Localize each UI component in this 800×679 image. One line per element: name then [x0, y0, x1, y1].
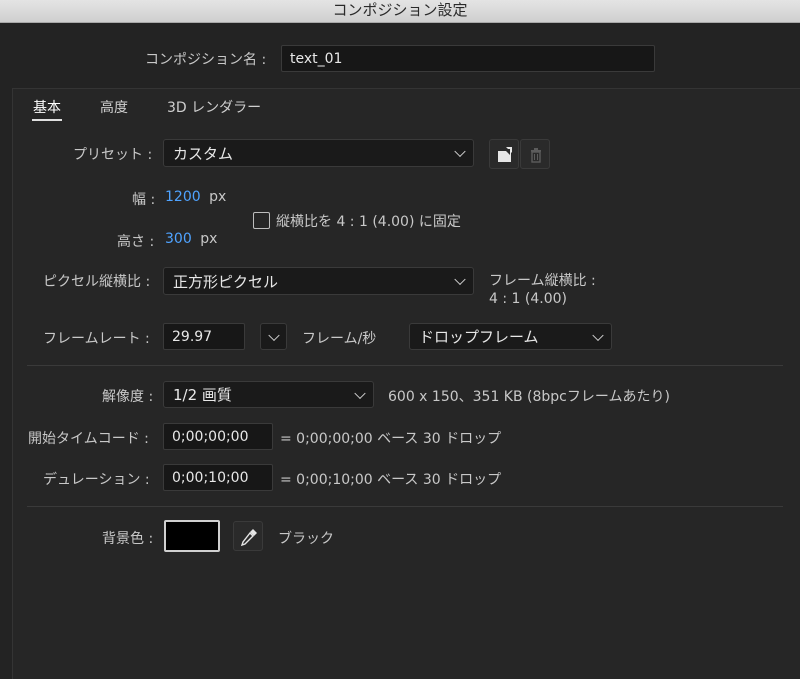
divider [27, 506, 783, 507]
chevron-down-icon [454, 273, 466, 286]
pixel-aspect-label: ピクセル縦横比 : [43, 274, 151, 290]
tab-basic[interactable]: 基本 [33, 97, 61, 117]
start-timecode-input[interactable]: 0;00;00;00 [163, 423, 273, 450]
lock-aspect-label[interactable]: 縦横比を 4 : 1 (4.00) に固定 [276, 211, 461, 231]
frame-aspect-value: 4 : 1 (4.00) [489, 291, 567, 307]
save-preset-button[interactable] [489, 139, 519, 169]
frame-rate-preset-dropdown[interactable] [260, 323, 287, 350]
width-label: 幅 : [132, 192, 156, 208]
width-value[interactable]: 1200 [165, 189, 201, 205]
pixel-aspect-value: 正方形ピクセル [173, 272, 279, 291]
preset-value: カスタム [173, 144, 234, 163]
active-tab-indicator [32, 119, 62, 121]
window-title: コンポジション設定 [0, 0, 800, 23]
chevron-down-icon [354, 387, 366, 399]
background-color-name: ブラック [278, 531, 334, 547]
duration-info: = 0;00;10;00 ベース 30 ドロップ [280, 472, 502, 488]
comp-name-input[interactable]: text_01 [281, 45, 655, 72]
resolution-value: 1/2 画質 [173, 386, 232, 404]
save-preset-icon [498, 147, 512, 162]
height-field[interactable]: 300 px [165, 231, 217, 247]
chevron-down-icon [268, 329, 280, 341]
height-value[interactable]: 300 [165, 231, 192, 247]
comp-name-label: コンポジション名 : [145, 52, 267, 68]
duration-label: デュレーション : [43, 472, 150, 488]
lock-aspect-checkbox[interactable] [253, 212, 270, 229]
frame-rate-input[interactable]: 29.97 [163, 323, 245, 350]
frame-rate-label: フレームレート : [43, 331, 150, 347]
width-field[interactable]: 1200 px [165, 189, 226, 205]
eyedropper-button[interactable] [233, 521, 263, 551]
resolution-dropdown[interactable]: 1/2 画質 [163, 381, 374, 408]
tab-3d-renderer[interactable]: 3D レンダラー [167, 97, 261, 117]
pixel-aspect-dropdown[interactable]: 正方形ピクセル [163, 267, 474, 295]
resolution-label: 解像度 : [102, 389, 154, 405]
settings-panel [12, 88, 800, 679]
frame-aspect-label: フレーム縦横比 : [489, 273, 596, 289]
background-color-swatch[interactable] [164, 520, 220, 552]
width-unit: px [209, 189, 227, 205]
chevron-down-icon [454, 145, 466, 158]
height-label: 高さ : [117, 234, 155, 250]
frame-rate-unit: フレーム/秒 [302, 331, 377, 347]
delete-preset-button[interactable] [520, 139, 550, 169]
height-unit: px [200, 231, 218, 247]
background-color-label: 背景色 : [102, 531, 154, 547]
resolution-info: 600 x 150、351 KB (8bpcフレームあたり) [388, 389, 670, 405]
eyedropper-icon [240, 529, 257, 547]
start-timecode-info: = 0;00;00;00 ベース 30 ドロップ [280, 431, 502, 447]
drop-frame-value: ドロップフレーム [419, 328, 539, 346]
preset-dropdown[interactable]: カスタム [163, 139, 474, 167]
chevron-down-icon [592, 329, 604, 341]
divider [27, 365, 783, 366]
duration-input[interactable]: 0;00;10;00 [163, 464, 273, 491]
trash-icon [531, 148, 541, 163]
tab-advanced[interactable]: 高度 [100, 97, 128, 117]
preset-label: プリセット : [73, 147, 153, 163]
drop-frame-dropdown[interactable]: ドロップフレーム [409, 323, 612, 350]
start-timecode-label: 開始タイムコード : [28, 431, 149, 447]
